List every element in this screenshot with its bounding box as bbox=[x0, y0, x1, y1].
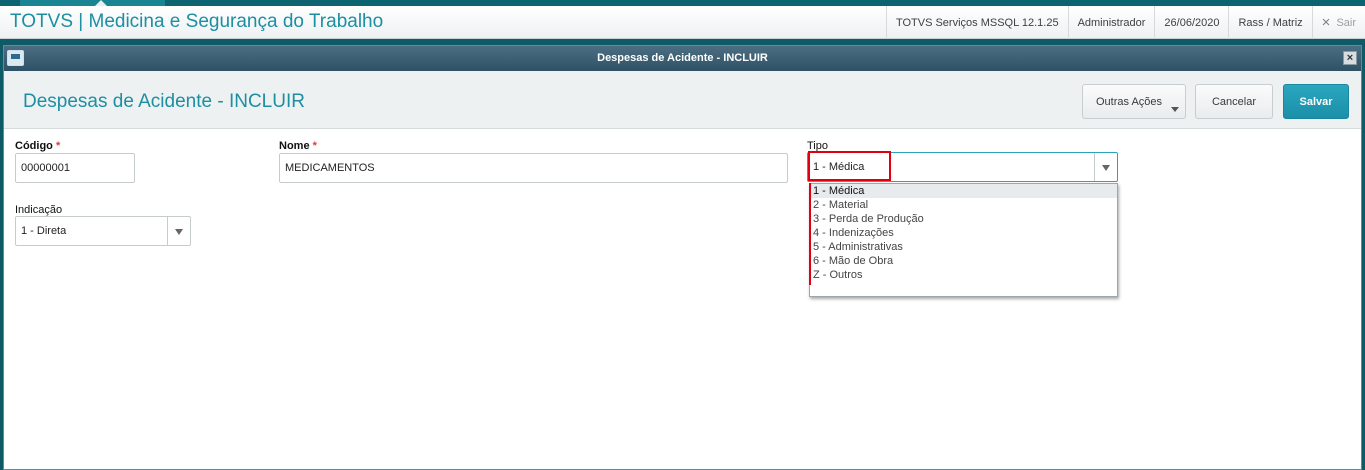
close-icon: × bbox=[1321, 14, 1331, 31]
dropdown-option[interactable]: Z - Outros bbox=[810, 268, 1117, 282]
codigo-label-text: Código bbox=[15, 140, 53, 152]
indicacao-select[interactable]: 1 - Direta bbox=[15, 216, 191, 246]
tipo-dropdown-list: 1 - Médica 2 - Material 3 - Perda de Pro… bbox=[809, 183, 1118, 297]
more-actions-button[interactable]: Outras Ações bbox=[1082, 84, 1186, 119]
nome-label-text: Nome bbox=[279, 140, 310, 152]
highlight-bar bbox=[809, 183, 811, 285]
codigo-label: Código * bbox=[15, 140, 60, 152]
branch-info[interactable]: Rass / Matriz bbox=[1228, 6, 1311, 39]
save-button[interactable]: Salvar bbox=[1283, 84, 1349, 119]
chevron-down-icon[interactable] bbox=[1094, 153, 1117, 181]
chevron-down-icon bbox=[1171, 107, 1179, 112]
indicacao-select-value: 1 - Direta bbox=[21, 225, 67, 237]
required-mark: * bbox=[55, 140, 61, 152]
app-info: TOTVS Serviços MSSQL 12.1.25 Administrad… bbox=[885, 6, 1365, 39]
cancel-button[interactable]: Cancelar bbox=[1195, 84, 1273, 119]
nome-input[interactable]: MEDICAMENTOS bbox=[279, 153, 788, 183]
exit-label: Sair bbox=[1336, 16, 1356, 29]
dropdown-option[interactable]: 3 - Perda de Produção bbox=[810, 212, 1117, 226]
chevron-down-icon[interactable] bbox=[167, 217, 190, 245]
exit-button[interactable]: × Sair bbox=[1311, 6, 1365, 39]
dialog-close-button[interactable]: × bbox=[1343, 51, 1357, 65]
dropdown-option[interactable]: 4 - Indenizações bbox=[810, 226, 1117, 240]
highlight-box bbox=[808, 151, 891, 181]
app-title: TOTVS | Medicina e Segurança do Trabalho bbox=[10, 11, 384, 32]
user-info: Administrador bbox=[1067, 6, 1155, 39]
nome-label: Nome * bbox=[279, 140, 317, 152]
indicacao-label: Indicação bbox=[15, 204, 63, 216]
dialog-titlebar: Despesas de Acidente - INCLUIR × bbox=[4, 46, 1361, 71]
dropdown-option[interactable]: 6 - Mão de Obra bbox=[810, 254, 1117, 268]
server-info: TOTVS Serviços MSSQL 12.1.25 bbox=[885, 6, 1068, 39]
codigo-input[interactable]: 00000001 bbox=[15, 153, 135, 183]
page-title: Despesas de Acidente - INCLUIR bbox=[23, 91, 305, 112]
dropdown-option[interactable]: 5 - Administrativas bbox=[810, 240, 1117, 254]
dropdown-option[interactable]: 1 - Médica bbox=[810, 184, 1117, 198]
dropdown-option[interactable]: 2 - Material bbox=[810, 198, 1117, 212]
dialog-window: Despesas de Acidente - INCLUIR × Despesa… bbox=[3, 45, 1362, 470]
date-info: 26/06/2020 bbox=[1154, 6, 1228, 39]
window-icon bbox=[7, 50, 24, 66]
more-actions-label: Outras Ações bbox=[1096, 95, 1163, 108]
dialog-header: Despesas de Acidente - INCLUIR Outras Aç… bbox=[4, 71, 1361, 129]
dialog-window-title: Despesas de Acidente - INCLUIR bbox=[597, 52, 768, 64]
app-header: TOTVS | Medicina e Segurança do Trabalho… bbox=[0, 6, 1365, 39]
required-mark: * bbox=[312, 140, 317, 152]
